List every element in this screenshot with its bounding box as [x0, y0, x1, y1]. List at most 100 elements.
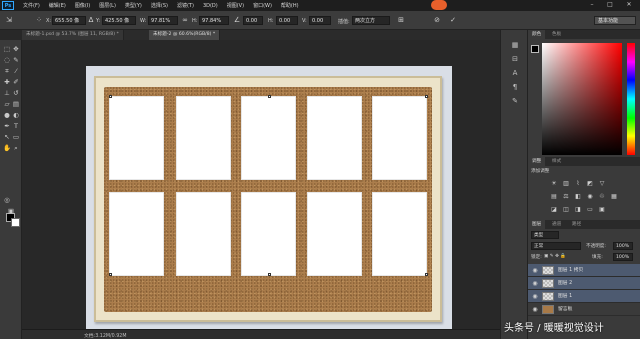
threshold-icon[interactable]: ◨ — [574, 206, 582, 214]
document-tab-1[interactable]: 未标题-1.psd @ 53.7% (图层 11, RGB/8) * — [22, 30, 124, 40]
history-panel-icon[interactable]: ▦ — [510, 40, 520, 50]
history-brush-tool-icon[interactable]: ↺ — [12, 89, 20, 97]
tab-styles[interactable]: 样式 — [548, 157, 565, 166]
close-icon[interactable]: ✕ — [622, 1, 636, 9]
healing-brush-tool-icon[interactable]: ✚ — [3, 78, 11, 86]
height-field[interactable]: 97.84% — [199, 16, 229, 25]
hand-tool-icon[interactable]: ✋ — [3, 144, 11, 152]
photo-slot[interactable] — [176, 96, 231, 180]
lasso-tool-icon[interactable]: ◌ — [3, 56, 11, 64]
black-white-icon[interactable]: ◧ — [574, 193, 582, 201]
visibility-eye-icon[interactable]: ◉ — [531, 293, 539, 300]
posterize-icon[interactable]: ◫ — [562, 206, 570, 214]
cancel-transform-icon[interactable]: ⊘ — [432, 16, 442, 25]
visibility-eye-icon[interactable]: ◉ — [531, 306, 539, 313]
menu-window[interactable]: 窗口(W) — [253, 2, 272, 9]
transform-handle[interactable] — [268, 95, 271, 98]
color-balance-icon[interactable]: ⚖ — [562, 193, 570, 201]
menu-edit[interactable]: 编辑(E) — [49, 2, 66, 9]
visibility-eye-icon[interactable]: ◉ — [531, 280, 539, 287]
transform-handle[interactable] — [425, 95, 428, 98]
maximize-icon[interactable]: □ — [603, 1, 617, 9]
curves-icon[interactable]: ⌇ — [574, 180, 582, 188]
brightness-icon[interactable]: ☀ — [550, 180, 558, 188]
menu-file[interactable]: 文件(F) — [23, 2, 40, 9]
pen-tool-icon[interactable]: ✒ — [3, 122, 11, 130]
hue-saturation-icon[interactable]: ▤ — [550, 193, 558, 201]
photo-slot[interactable] — [109, 96, 164, 180]
character-panel-icon[interactable]: A — [510, 68, 520, 78]
tab-color[interactable]: 颜色 — [528, 30, 546, 39]
brush-tool-icon[interactable]: ✐ — [12, 78, 20, 86]
tab-channels[interactable]: 通道 — [548, 220, 565, 229]
layer-filter-kind[interactable]: 类型 — [531, 231, 559, 239]
reference-point-icon[interactable]: ⁘ — [34, 16, 44, 25]
photo-slot[interactable] — [307, 96, 362, 180]
h-skew-field[interactable]: 0.00 — [276, 16, 298, 25]
transform-handle[interactable] — [425, 273, 428, 276]
layer-row[interactable]: ◉ 留言板 — [528, 303, 640, 316]
blend-mode-select[interactable]: 正常 — [531, 242, 581, 250]
layer-row[interactable]: ◉ 图层 1 拷贝 — [528, 264, 640, 277]
selective-color-icon[interactable]: ▣ — [598, 206, 606, 214]
background-color-swatch[interactable] — [11, 218, 20, 227]
zoom-tool-icon[interactable]: ⌕ — [12, 144, 20, 152]
menu-filter[interactable]: 滤镜(T) — [177, 2, 194, 9]
photo-slot[interactable] — [176, 192, 231, 276]
document-tab-2[interactable]: 未标题-2 @ 60.6%(RGB/8) * — [149, 30, 221, 40]
foreground-color-chip[interactable] — [531, 45, 539, 53]
menu-help[interactable]: 帮助(H) — [281, 2, 299, 9]
hue-slider[interactable] — [627, 43, 635, 155]
layer-row[interactable]: ◉ 图层 2 — [528, 277, 640, 290]
layer-row[interactable]: ◉ 图层 1 — [528, 290, 640, 303]
minimize-icon[interactable]: – — [585, 1, 599, 9]
visibility-eye-icon[interactable]: ◉ — [531, 267, 539, 274]
tab-swatches[interactable]: 色板 — [548, 30, 565, 39]
fill-field[interactable]: 100% — [613, 253, 633, 261]
transform-handle[interactable] — [268, 273, 271, 276]
lock-icons[interactable]: ▣ ✎ ✥ 🔒 — [544, 254, 566, 259]
photo-slot[interactable] — [241, 192, 296, 276]
exposure-icon[interactable]: ◩ — [586, 180, 594, 188]
color-lookup-icon[interactable]: ▦ — [610, 193, 618, 201]
v-skew-field[interactable]: 0.00 — [309, 16, 331, 25]
path-select-tool-icon[interactable]: ↖ — [3, 133, 11, 141]
eraser-tool-icon[interactable]: ▱ — [3, 100, 11, 108]
invert-icon[interactable]: ◪ — [550, 206, 558, 214]
color-picker-field[interactable] — [542, 43, 622, 155]
menu-select[interactable]: 选择(S) — [151, 2, 168, 9]
warp-icon[interactable]: ⊞ — [396, 16, 406, 25]
levels-icon[interactable]: ▥ — [562, 180, 570, 188]
paragraph-panel-icon[interactable]: ¶ — [510, 82, 520, 92]
commit-transform-icon[interactable]: ✓ — [448, 16, 458, 25]
screen-mode-icon[interactable]: ▣ — [7, 207, 15, 215]
photo-slot[interactable] — [372, 192, 427, 276]
width-field[interactable]: 97.81% — [148, 16, 178, 25]
menu-layer[interactable]: 图层(L) — [99, 2, 116, 9]
quick-select-tool-icon[interactable]: ✎ — [12, 56, 20, 64]
channel-mixer-icon[interactable]: ♲ — [598, 193, 606, 201]
y-field[interactable]: 425.50 像 — [102, 16, 136, 25]
menu-view[interactable]: 视图(V) — [227, 2, 244, 9]
chain-icon[interactable]: ∞ — [180, 16, 190, 25]
transform-handle[interactable] — [109, 273, 112, 276]
clone-stamp-tool-icon[interactable]: ⊥ — [3, 89, 11, 97]
photo-slot[interactable] — [307, 192, 362, 276]
x-field[interactable]: 655.50 像 — [52, 16, 86, 25]
quick-mask-icon[interactable]: ◎ — [3, 196, 11, 204]
gradient-map-icon[interactable]: ▭ — [586, 206, 594, 214]
menu-type[interactable]: 类型(Y) — [125, 2, 142, 9]
move-tool-icon[interactable]: ✥ — [12, 45, 20, 53]
interpolation-select[interactable]: 两次立方 — [352, 16, 390, 25]
photo-filter-icon[interactable]: ◉ — [586, 193, 594, 201]
link-icon[interactable]: ∆ — [86, 16, 96, 25]
menu-image[interactable]: 图像(I) — [75, 2, 90, 9]
photo-slot[interactable] — [372, 96, 427, 180]
photo-slot[interactable] — [109, 192, 164, 276]
tab-layers[interactable]: 图层 — [528, 220, 546, 229]
dodge-tool-icon[interactable]: ◐ — [12, 111, 20, 119]
transform-handle[interactable] — [109, 95, 112, 98]
angle-field[interactable]: 0.00 — [243, 16, 263, 25]
workspace-select[interactable]: 基本功能 — [594, 16, 636, 25]
blur-tool-icon[interactable]: ● — [3, 111, 11, 119]
